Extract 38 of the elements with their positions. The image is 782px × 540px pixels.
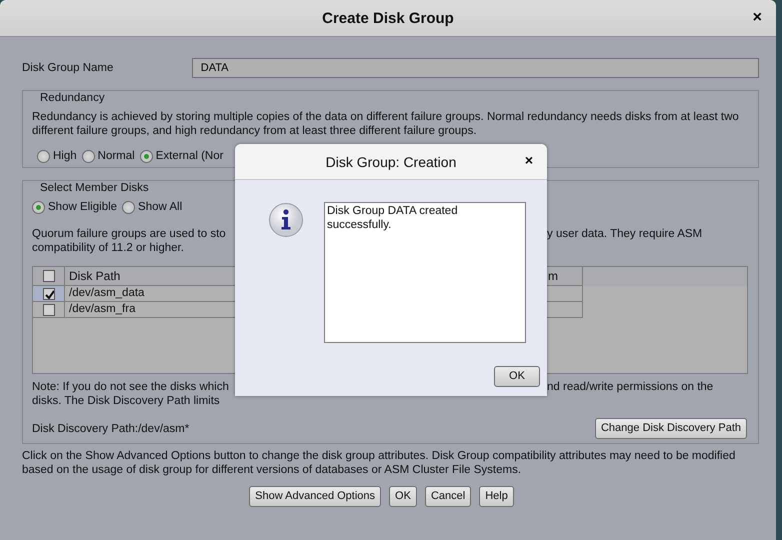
text-line: nd read/write permissions on the	[547, 380, 714, 394]
text-line: disks. The Disk Discovery Path limits	[32, 394, 220, 408]
radio-button[interactable]	[37, 150, 50, 162]
close-button[interactable]: ×	[524, 153, 533, 167]
info-icon	[268, 202, 304, 238]
info-text: Click on the Show Advanced Options button to change the disk group attributes. Disk Group compatibility attributes may need to be modified based on the usage of disk group for different versions of databases or ASM Cluster File Systems.	[22, 449, 736, 477]
field-label: Disk Group Name	[22, 61, 114, 75]
change-discovery-path-button[interactable]: Change Disk Discovery Path	[594, 418, 747, 439]
discovery-path-text: Disk Discovery Path:/dev/asm*	[32, 422, 190, 436]
description-text: Redundancy is achieved by storing multiple copies of the data on different failure groups. Normal redundancy needs disks from at least two different failure groups, and high redundancy from at least three different failure groups.	[32, 110, 740, 138]
text-line: Quorum failure groups are used to sto	[32, 227, 227, 241]
dialog-button[interactable]: Help	[479, 486, 514, 507]
checkbox[interactable]	[42, 304, 54, 316]
radio-label: High	[53, 149, 77, 163]
dialog-button[interactable]: OK	[389, 486, 417, 507]
radio-button[interactable]	[140, 150, 153, 162]
message-text: Disk Group DATA created successfully.	[324, 202, 526, 343]
radio-label: Show Eligible	[48, 200, 118, 214]
radio-label: Normal	[98, 149, 135, 163]
checkbox[interactable]	[42, 270, 54, 282]
radio-button[interactable]	[32, 200, 45, 214]
window-title: Create Disk Group	[322, 10, 454, 27]
radio-button[interactable]	[122, 200, 136, 214]
row-selector-cell[interactable]	[33, 302, 65, 318]
text-line: y user data. They require ASM	[547, 227, 702, 241]
close-button[interactable]: ×	[752, 9, 762, 27]
text-line: compatibility of 11.2 or higher.	[32, 241, 184, 255]
radio-button[interactable]	[82, 150, 95, 162]
ok-button[interactable]: OK	[494, 366, 540, 387]
dialog-button[interactable]: Show Advanced Options	[249, 486, 382, 507]
dialog-button[interactable]: Cancel	[424, 486, 472, 507]
radio-label: External (Nor	[156, 149, 224, 163]
text-line: Note: If you do not see the disks which	[32, 380, 230, 394]
disk-group-name-field[interactable]: DATA	[192, 58, 759, 78]
row-selector-cell[interactable]	[33, 286, 65, 302]
radio-label: Show All	[138, 200, 182, 214]
dialog-title: Disk Group: Creation	[326, 154, 456, 170]
checkbox[interactable]	[42, 288, 54, 300]
